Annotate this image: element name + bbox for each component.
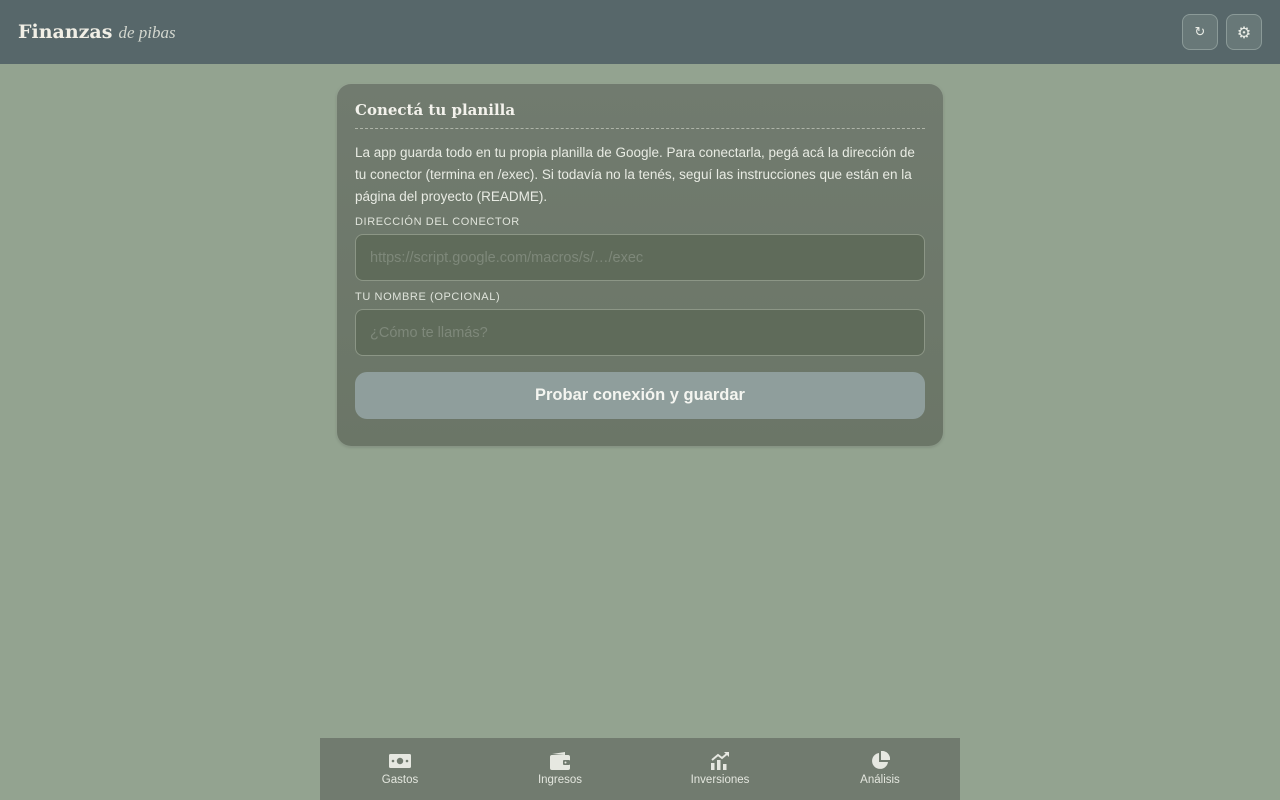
- nav-label: Ingresos: [537, 774, 583, 786]
- nav-item-gastos[interactable]: Gastos: [320, 738, 480, 800]
- connect-sheet-card: Conectá tu planilla La app guarda todo e…: [337, 84, 943, 446]
- growth-chart-icon: [709, 751, 731, 771]
- app-brand: Finanzas de pibas: [18, 21, 176, 43]
- nav-item-ingresos[interactable]: Ingresos: [480, 738, 640, 800]
- refresh-icon: ↻: [1194, 24, 1206, 40]
- nav-label: Gastos: [381, 774, 419, 786]
- connector-label: Dirección del conector: [355, 216, 520, 228]
- top-actions: ↻ ⚙: [1182, 14, 1262, 50]
- test-and-save-button[interactable]: Probar conexión y guardar: [355, 372, 925, 419]
- pie-chart-icon: [869, 751, 891, 771]
- nav-item-inversiones[interactable]: Inversiones: [640, 738, 800, 800]
- card-title: Conectá tu planilla: [355, 101, 925, 129]
- top-bar: Finanzas de pibas ↻ ⚙: [0, 0, 1280, 64]
- card-description: La app guarda todo en tu propia planilla…: [355, 145, 915, 204]
- name-label: Tu nombre (opcional): [355, 291, 501, 303]
- gear-icon: ⚙: [1236, 22, 1252, 42]
- name-input[interactable]: [355, 309, 925, 356]
- connector-url-input[interactable]: [355, 234, 925, 281]
- nav-label: Análisis: [860, 774, 900, 786]
- brand-subtitle: de pibas: [118, 23, 176, 42]
- wallet-icon: [549, 751, 571, 771]
- bottom-nav: Gastos Ingresos Inversiones Análisis: [320, 738, 960, 800]
- nav-label: Inversiones: [690, 774, 750, 786]
- refresh-button[interactable]: ↻: [1182, 14, 1218, 50]
- cash-icon: [389, 751, 411, 771]
- settings-button[interactable]: ⚙: [1226, 14, 1262, 50]
- nav-item-analisis[interactable]: Análisis: [800, 738, 960, 800]
- brand-title: Finanzas: [18, 21, 113, 43]
